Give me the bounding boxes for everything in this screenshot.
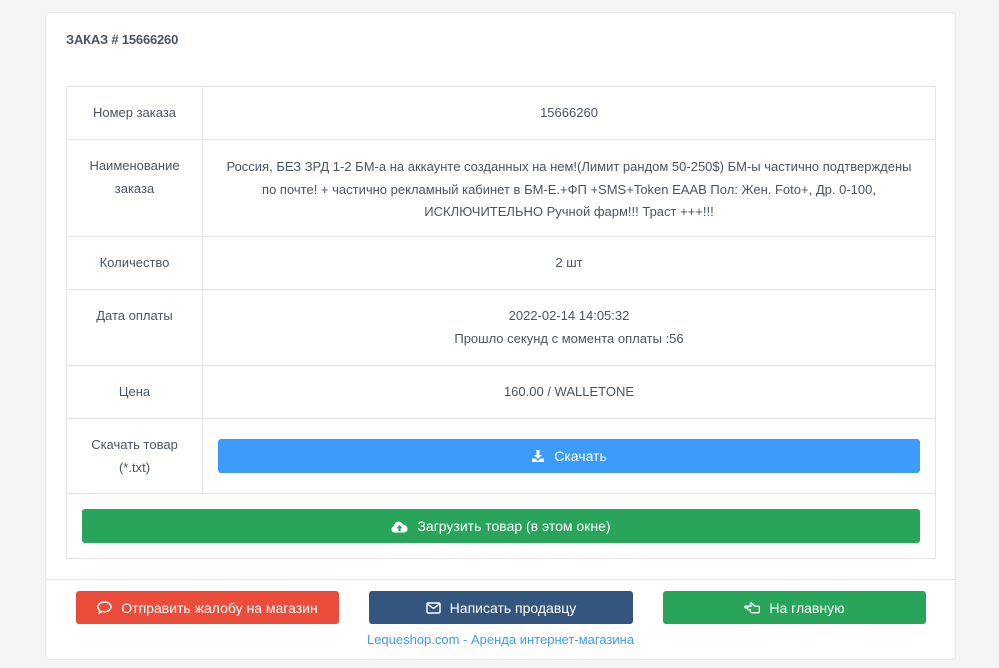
- order-name-line2: по почте! + частично рекламный кабинет в…: [262, 181, 876, 197]
- table-row: Наименование заказа Россия, БЕЗ ЗРД 1-2 …: [66, 139, 936, 237]
- order-card: ЗАКАЗ # 15666260 Номер заказа 15666260 Н…: [45, 12, 956, 660]
- message-seller-button[interactable]: Написать продавцу: [369, 591, 633, 624]
- order-name-label: Наименование заказа: [66, 139, 203, 237]
- price-label: Цена: [66, 365, 203, 419]
- download-button-label: Скачать: [554, 447, 607, 464]
- payment-date-label: Дата оплаты: [66, 289, 203, 366]
- download-label-line1: Скачать товар: [91, 437, 178, 452]
- quantity-value: 2 шт: [202, 236, 936, 290]
- envelope-icon: [425, 601, 441, 614]
- table-row: Цена 160.00 / WALLETONE: [66, 365, 936, 419]
- order-name-label-line1: Наименование: [89, 158, 180, 173]
- order-number-label: Номер заказа: [66, 86, 203, 140]
- home-button-label: На главную: [769, 599, 845, 616]
- order-details-table: Номер заказа 15666260 Наименование заказ…: [66, 86, 936, 559]
- download-button[interactable]: Скачать: [218, 439, 920, 473]
- table-row: Загрузить товар (в этом окне): [66, 493, 936, 559]
- download-cell: Скачать: [202, 418, 936, 494]
- table-row: Скачать товар (*.txt) Скачать: [66, 418, 936, 494]
- download-icon: [531, 449, 545, 463]
- order-name-label-line2: заказа: [114, 180, 155, 196]
- complaint-button[interactable]: Отправить жалобу на магазин: [76, 591, 339, 624]
- table-row: Количество 2 шт: [66, 236, 936, 290]
- order-name-line1: Россия, БЕЗ ЗРД 1-2 БМ-а на аккаунте соз…: [226, 159, 912, 174]
- upload-cell: Загрузить товар (в этом окне): [66, 493, 936, 559]
- order-name-line3: ИСКЛЮЧИТЕЛЬНО Ручной фарм!!! Траст +++!!…: [424, 204, 714, 219]
- quantity-label: Количество: [66, 236, 203, 290]
- order-title: ЗАКАЗ # 15666260: [66, 32, 179, 47]
- download-label-line2: (*.txt): [118, 459, 151, 475]
- footer-divider: [46, 579, 955, 580]
- price-value: 160.00 / WALLETONE: [202, 365, 936, 419]
- download-label: Скачать товар (*.txt): [66, 418, 203, 494]
- cloud-upload-icon: [391, 520, 408, 533]
- table-row: Номер заказа 15666260: [66, 86, 936, 140]
- payment-date-text: 2022-02-14 14:05:32: [508, 308, 630, 323]
- order-number-value: 15666260: [202, 86, 936, 140]
- footer-link[interactable]: Lequeshop.com - Аренда интернет-магазина: [46, 632, 955, 647]
- complaint-button-label: Отправить жалобу на магазин: [121, 599, 318, 616]
- upload-button[interactable]: Загрузить товар (в этом окне): [82, 509, 920, 543]
- payment-elapsed-text: Прошло секунд с момента оплаты :56: [454, 330, 684, 346]
- upload-button-label: Загрузить товар (в этом окне): [417, 517, 611, 534]
- hand-point-left-icon: [744, 601, 761, 614]
- home-button[interactable]: На главную: [663, 591, 926, 624]
- table-row: Дата оплаты 2022-02-14 14:05:32 Прошло с…: [66, 289, 936, 366]
- order-name-value: Россия, БЕЗ ЗРД 1-2 БМ-а на аккаунте соз…: [202, 139, 936, 237]
- payment-date-value: 2022-02-14 14:05:32 Прошло секунд с моме…: [202, 289, 936, 366]
- message-seller-label: Написать продавцу: [449, 599, 577, 616]
- comment-icon: [97, 601, 112, 614]
